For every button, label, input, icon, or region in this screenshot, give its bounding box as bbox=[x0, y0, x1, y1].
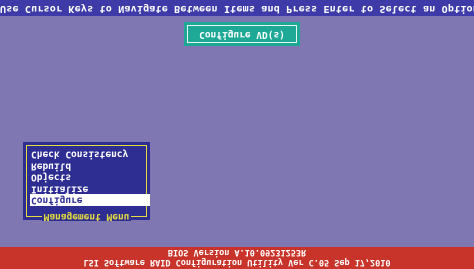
utility-version-text: LSI Software RAID Configuration Utility … bbox=[83, 257, 391, 267]
screen-title-box: Configure VD(s) bbox=[184, 22, 300, 46]
menu-item-rebuild[interactable]: Rebuild bbox=[30, 160, 140, 171]
management-menu-frame: Check Consistency Rebuild Objects Initia… bbox=[26, 145, 150, 222]
management-menu: Check Consistency Rebuild Objects Initia… bbox=[23, 142, 150, 222]
instruction-text: Use Cursor Keys to Navigate Between Item… bbox=[0, 3, 474, 14]
instruction-bar: Use Cursor Keys to Navigate Between Item… bbox=[0, 0, 474, 16]
menu-item-check-consistency[interactable]: Check Consistency bbox=[30, 148, 140, 160]
menu-item-label: Objects bbox=[31, 171, 72, 183]
menu-item-label: Check Consistency bbox=[31, 148, 129, 160]
status-bar: BIOS Version A.10.09231253R LSI Software… bbox=[0, 247, 474, 269]
management-menu-caption: Management Menu bbox=[27, 203, 146, 222]
menu-item-label: Initialize bbox=[31, 183, 89, 194]
utility-version-line: LSI Software RAID Configuration Utility … bbox=[0, 257, 474, 267]
menu-item-label: Rebuild bbox=[31, 160, 72, 171]
menu-item-initialize[interactable]: Initialize bbox=[30, 183, 140, 194]
bios-version-line: BIOS Version A.10.09231253R bbox=[0, 247, 474, 257]
bios-screen: Use Cursor Keys to Navigate Between Item… bbox=[0, 0, 474, 269]
screen-title-frame: Configure VD(s) bbox=[187, 25, 297, 43]
management-menu-list: Check Consistency Rebuild Objects Initia… bbox=[30, 148, 150, 206]
management-menu-title: Management Menu bbox=[41, 211, 132, 222]
bios-version-text: BIOS Version A.10.09231253R bbox=[167, 247, 307, 257]
menu-item-objects[interactable]: Objects bbox=[30, 171, 140, 183]
screen-title: Configure VD(s) bbox=[199, 29, 285, 40]
